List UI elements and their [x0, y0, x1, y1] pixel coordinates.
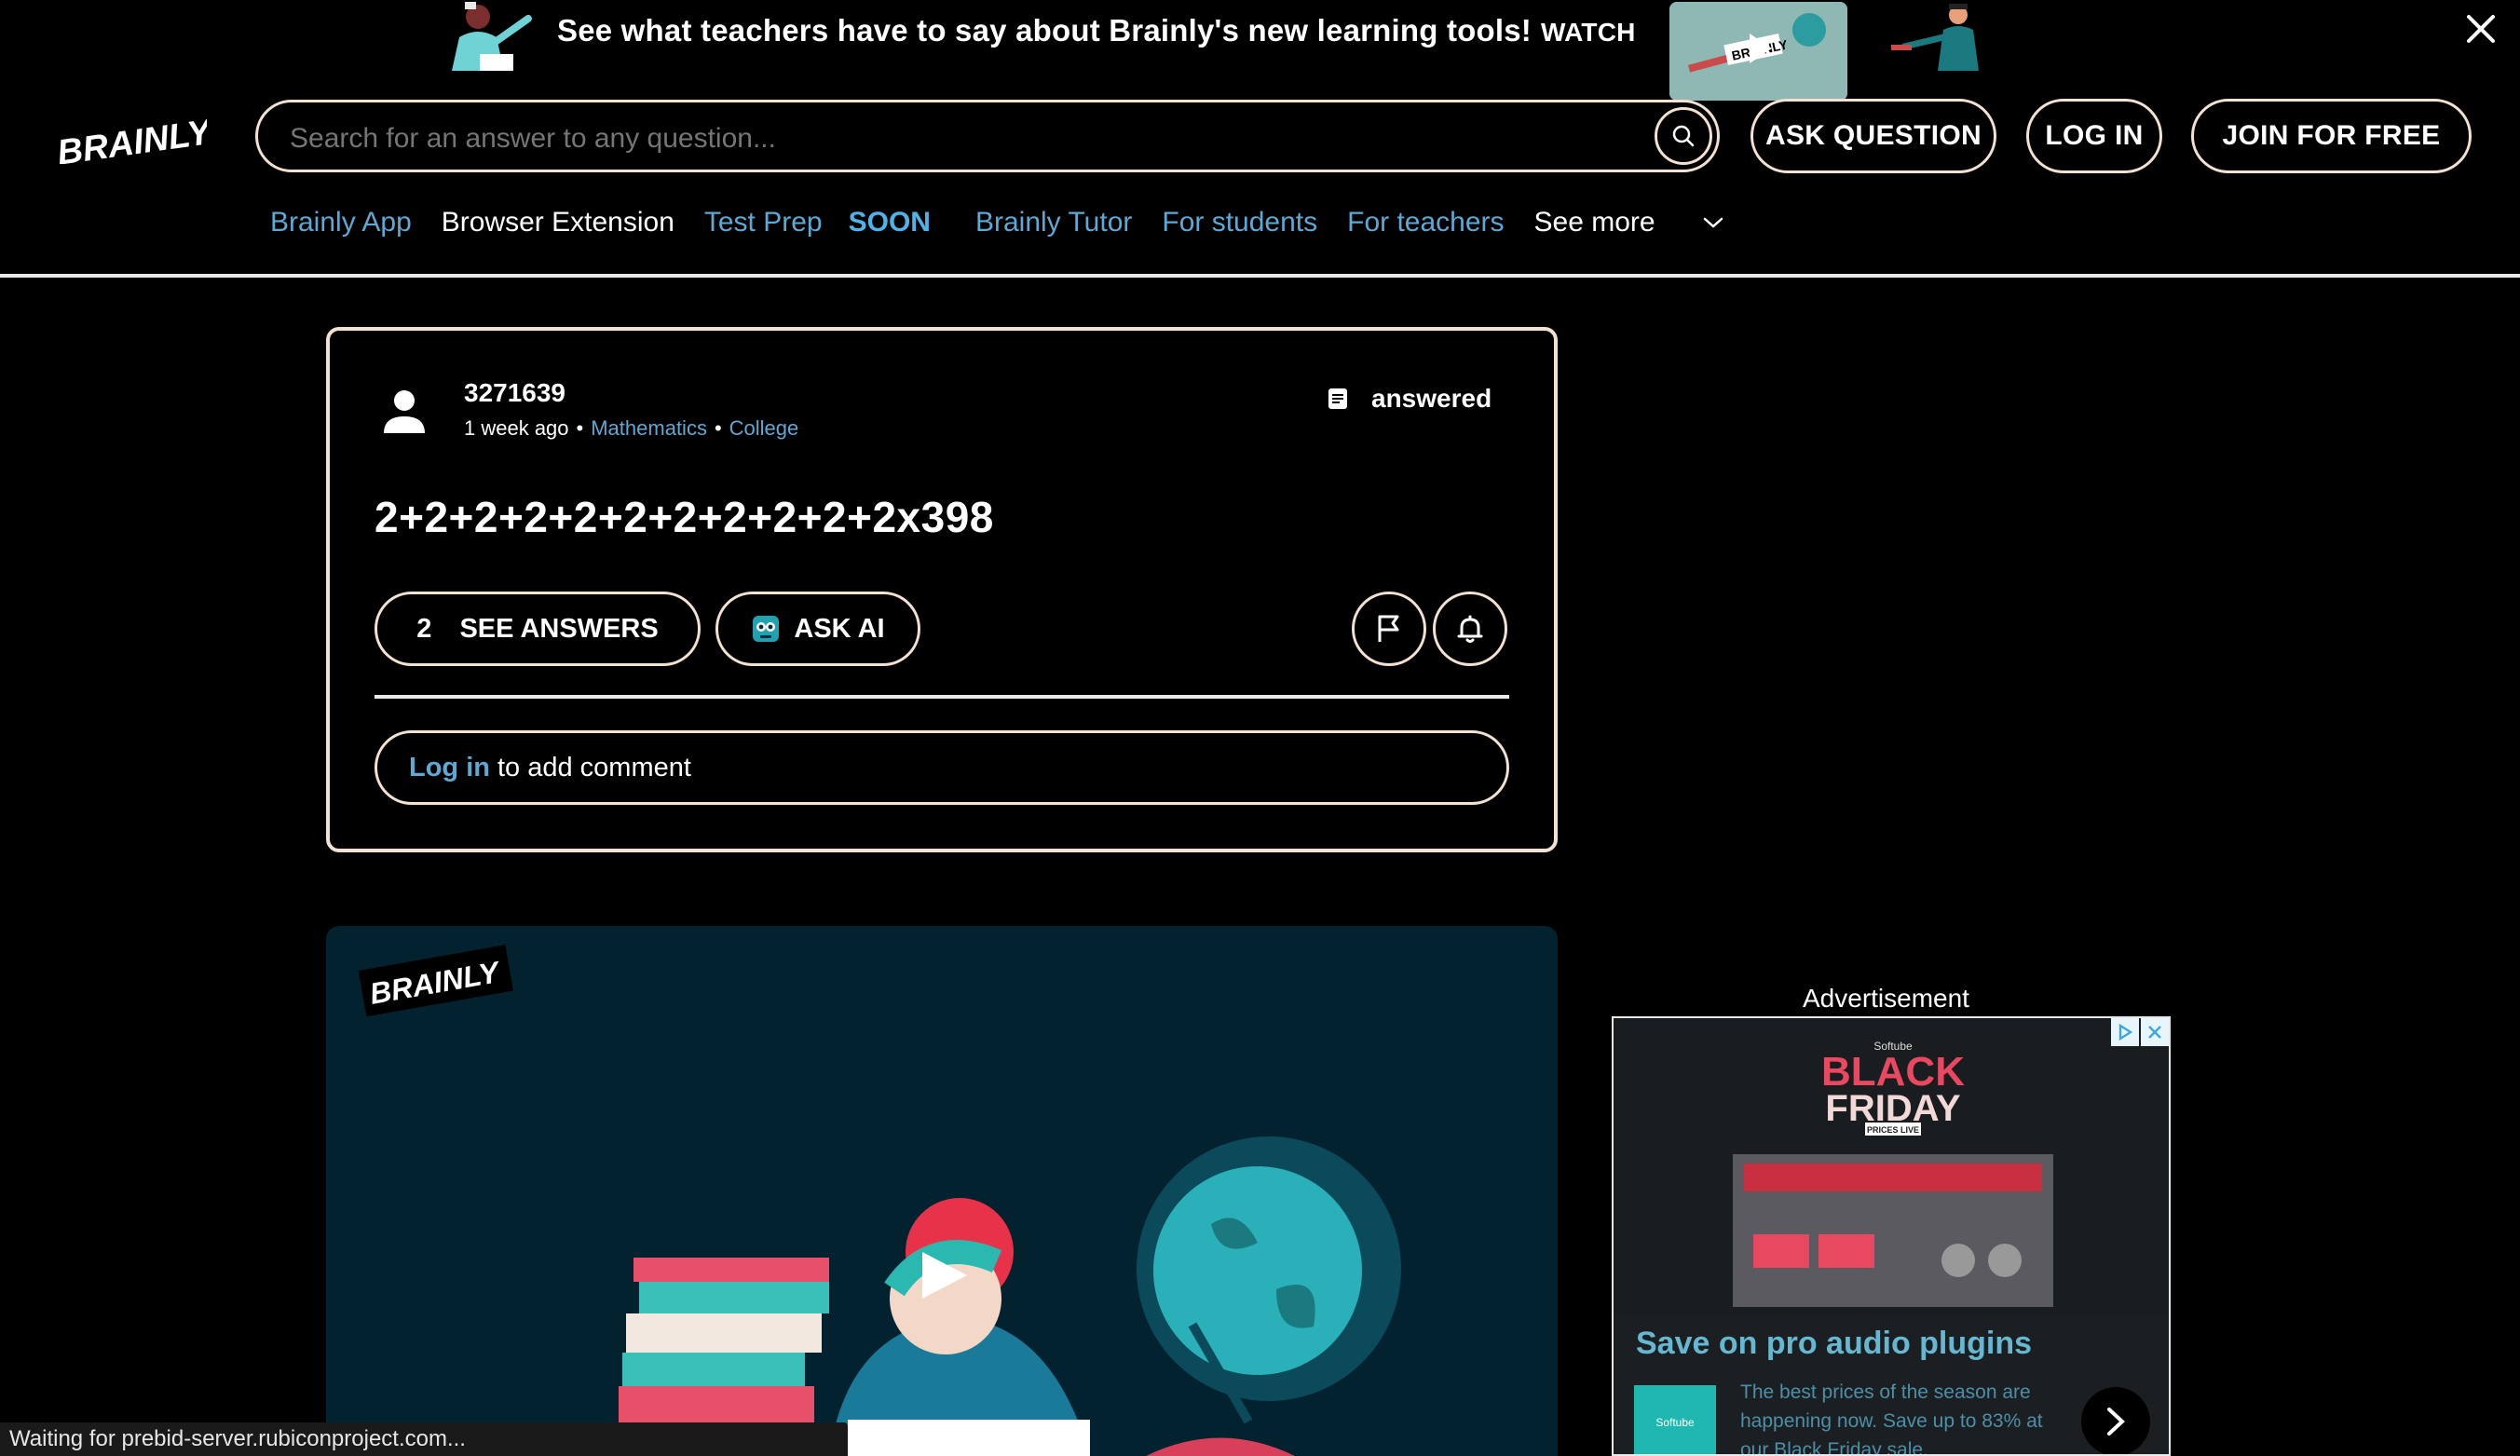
- ad-choices-icon[interactable]: [2111, 1018, 2139, 1046]
- add-comment-field[interactable]: Log in to add comment: [375, 730, 1509, 805]
- ad-next-button[interactable]: [2081, 1387, 2150, 1454]
- ask-ai-button[interactable]: ASK AI: [715, 592, 920, 666]
- ad-image: Softube BLACK FRIDAY PRICES LIVE: [1614, 1018, 2169, 1316]
- video-player[interactable]: BRAINLY: [326, 926, 1558, 1456]
- ad-description: The best prices of the season are happen…: [1740, 1381, 2043, 1456]
- card-divider: [375, 695, 1509, 699]
- ai-robot-icon: [753, 616, 780, 642]
- teacher-illustration-icon: [452, 2, 532, 71]
- nav-for-teachers[interactable]: For teachers: [1347, 207, 1504, 238]
- promo-watch-link[interactable]: WATCH: [1541, 18, 1636, 47]
- video-illustration: BRAINLY: [358, 945, 1401, 1456]
- nav-see-more[interactable]: See more: [1534, 207, 1724, 238]
- log-in-button[interactable]: LOG IN: [2026, 99, 2162, 173]
- report-button[interactable]: [1352, 592, 1426, 666]
- close-icon[interactable]: [2463, 11, 2499, 47]
- brainly-logo[interactable]: BRAINLY: [52, 110, 207, 164]
- comment-prompt: to add comment: [497, 752, 691, 782]
- search-button[interactable]: [1655, 107, 1712, 165]
- answered-label: answered: [1371, 384, 1492, 413]
- ad-logo: Softube: [1634, 1385, 1716, 1454]
- chevron-down-icon: [1703, 217, 1723, 228]
- answered-status: answered: [1328, 384, 1492, 414]
- search-input[interactable]: [290, 123, 1594, 155]
- avatar[interactable]: [382, 387, 427, 437]
- svg-text:PRICES LIVE: PRICES LIVE: [1867, 1125, 1919, 1135]
- comment-login-link[interactable]: Log in: [409, 753, 490, 783]
- see-answers-button[interactable]: 2 SEE ANSWERS: [375, 592, 701, 666]
- question-meta: 1 week ago • Mathematics • College: [464, 416, 798, 441]
- level-link[interactable]: College: [729, 416, 799, 440]
- chevron-right-icon: [2107, 1408, 2125, 1436]
- follow-button[interactable]: [1433, 592, 1507, 666]
- see-answers-label: SEE ANSWERS: [459, 613, 659, 644]
- ad-label: Advertisement: [1803, 984, 1969, 1013]
- bell-icon: [1457, 615, 1483, 643]
- join-for-free-button[interactable]: JOIN FOR FREE: [2191, 99, 2472, 173]
- question-time: 1 week ago: [464, 416, 569, 440]
- nav-brainly-app[interactable]: Brainly App: [270, 207, 412, 238]
- document-icon: [1328, 388, 1347, 409]
- play-icon: BRAINLY: [1669, 2, 1847, 101]
- ask-ai-label: ASK AI: [794, 613, 885, 644]
- promo-text[interactable]: See what teachers have to say about Brai…: [557, 13, 1636, 48]
- nav-for-students[interactable]: For students: [1162, 207, 1317, 238]
- svg-text:BRAINLY: BRAINLY: [55, 113, 207, 164]
- ask-question-button[interactable]: ASK QUESTION: [1750, 99, 1996, 173]
- search-icon: [1672, 125, 1695, 147]
- soon-badge: SOON: [848, 207, 931, 238]
- separator-dot: •: [576, 416, 584, 440]
- see-more-label: See more: [1533, 207, 1655, 238]
- subject-link[interactable]: Mathematics: [591, 416, 707, 440]
- question-author[interactable]: 3271639: [464, 378, 565, 408]
- question-text: 2+2+2+2+2+2+2+2+2+2+2x398: [375, 493, 994, 541]
- separator-dot: •: [714, 416, 722, 440]
- search-bar[interactable]: [255, 100, 1720, 172]
- promo-video-thumbnail[interactable]: BRAINLY: [1669, 2, 1847, 101]
- top-nav: Brainly App Browser Extension Test Prep …: [270, 207, 1754, 238]
- promo-banner[interactable]: See what teachers have to say about Brai…: [0, 0, 2520, 101]
- ad-close-icon[interactable]: [2141, 1018, 2169, 1046]
- flag-icon: [1378, 615, 1399, 642]
- student-illustration-icon: [1891, 4, 1979, 71]
- nav-browser-extension[interactable]: Browser Extension: [442, 207, 674, 238]
- nav-brainly-tutor[interactable]: Brainly Tutor: [975, 207, 1132, 238]
- header-divider: [0, 274, 2520, 278]
- nav-test-prep[interactable]: Test Prep: [704, 207, 823, 238]
- advertisement[interactable]: Softube BLACK FRIDAY PRICES LIVE Save on…: [1612, 1016, 2171, 1456]
- browser-status-bar: Waiting for prebid-server.rubiconproject…: [0, 1422, 848, 1456]
- answers-count: 2: [416, 613, 432, 644]
- promo-message: See what teachers have to say about Brai…: [557, 13, 1532, 48]
- ad-title[interactable]: Save on pro audio plugins: [1636, 1326, 2032, 1362]
